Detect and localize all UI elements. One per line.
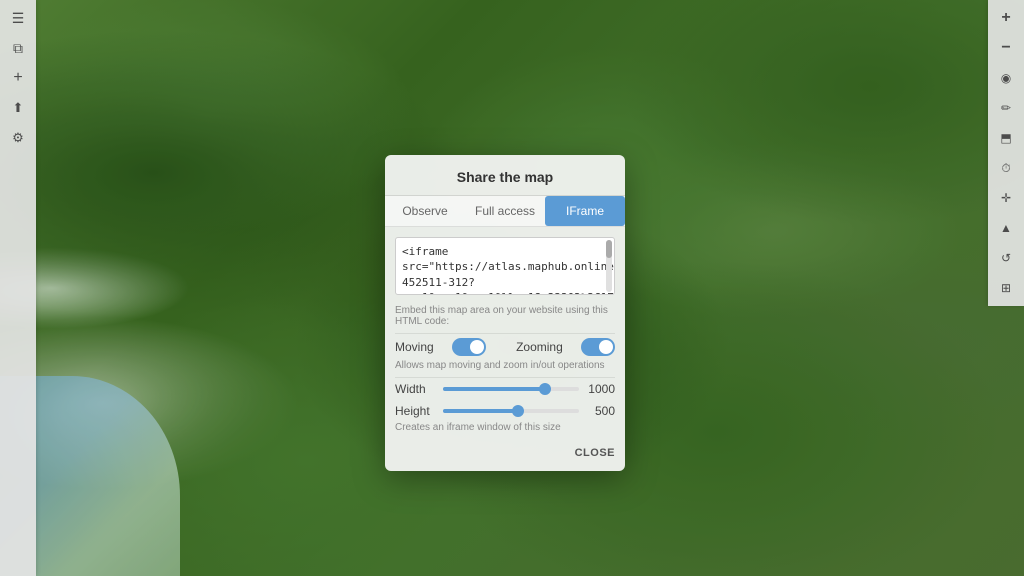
embed-hint-text: Embed this map area on your website usin… xyxy=(395,305,608,327)
height-value: 500 xyxy=(585,404,615,418)
iframe-code-text: <iframe src="https://atlas.maphub.online… xyxy=(402,244,598,295)
width-slider-fill xyxy=(443,387,545,391)
width-value: 1000 xyxy=(585,382,615,396)
width-label: Width xyxy=(395,382,437,396)
width-slider-row: Width 1000 xyxy=(385,378,625,400)
modal-overlay: Share the map Observe Full access IFrame… xyxy=(0,0,1024,576)
height-label: Height xyxy=(395,404,437,418)
toggle-row: Moving Zooming xyxy=(385,334,625,360)
code-scrollbar[interactable] xyxy=(606,240,612,292)
creates-hint-text: Creates an iframe window of this size xyxy=(395,422,561,433)
width-slider-thumb[interactable] xyxy=(539,383,551,395)
modal-tabs: Observe Full access IFrame xyxy=(385,196,625,227)
close-button[interactable]: CLOSE xyxy=(575,447,615,459)
height-slider-thumb[interactable] xyxy=(512,405,524,417)
width-slider-track[interactable] xyxy=(443,387,579,391)
height-slider-track[interactable] xyxy=(443,409,579,413)
zooming-toggle[interactable] xyxy=(581,338,615,356)
creates-hint: Creates an iframe window of this size xyxy=(385,422,625,439)
moving-label: Moving xyxy=(395,340,434,354)
moving-toggle-thumb xyxy=(470,340,484,354)
modal-title-text: Share the map xyxy=(457,169,553,185)
zooming-toggle-thumb xyxy=(599,340,613,354)
height-slider-fill xyxy=(443,409,518,413)
tab-full-access[interactable]: Full access xyxy=(465,196,545,226)
iframe-code-area[interactable]: <iframe src="https://atlas.maphub.online… xyxy=(395,237,615,295)
moving-toggle[interactable] xyxy=(452,338,486,356)
code-scrollbar-thumb xyxy=(606,240,612,258)
zooming-label: Zooming xyxy=(516,340,563,354)
height-slider-row: Height 500 xyxy=(385,400,625,422)
toggle-hint-text: Allows map moving and zoom in/out operat… xyxy=(395,360,605,371)
embed-hint: Embed this map area on your website usin… xyxy=(385,305,625,333)
toggle-hint: Allows map moving and zoom in/out operat… xyxy=(385,360,625,377)
close-row: CLOSE xyxy=(385,439,625,471)
share-modal: Share the map Observe Full access IFrame… xyxy=(385,155,625,471)
tab-observe[interactable]: Observe xyxy=(385,196,465,226)
modal-title: Share the map xyxy=(385,155,625,196)
tab-iframe[interactable]: IFrame xyxy=(545,196,625,226)
